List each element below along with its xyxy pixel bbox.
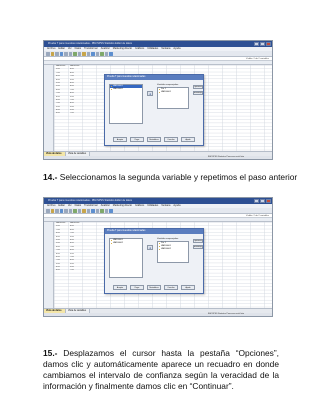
variables-icon[interactable] xyxy=(77,52,81,56)
value-labels-icon[interactable] xyxy=(109,52,113,56)
row-header-column xyxy=(44,65,54,151)
step-text: Seleccionamos la segunda variable y repe… xyxy=(57,172,298,182)
insert-case-icon[interactable] xyxy=(86,52,90,56)
dialog-button-row: Aceptar Pegar Restablecer Cancelar Ayuda xyxy=(113,137,195,142)
minimize-icon[interactable] xyxy=(254,199,259,203)
reset-button[interactable]: Restablecer xyxy=(147,285,161,290)
paired-variables-list[interactable]: Par 1 VAR00001 xyxy=(157,87,189,109)
list-item[interactable]: VAR00002 xyxy=(158,248,188,251)
step-15-caption: 15.- Desplazamos el cursor hasta la pest… xyxy=(43,348,279,392)
step-text: Desplazamos el cursor hasta la pestaña “… xyxy=(43,348,279,391)
ok-button[interactable]: Aceptar xyxy=(113,285,127,290)
save-icon[interactable] xyxy=(50,52,54,56)
reset-button[interactable]: Restablecer xyxy=(147,137,161,142)
options-button[interactable]: Opciones... xyxy=(193,239,203,243)
status-bar: IBM SPSS Statistics Processor está listo xyxy=(44,156,272,159)
step-14-caption: 14.- Seleccionamos la segunda variable y… xyxy=(43,172,297,183)
paired-t-test-dialog: Prueba T para muestras relacionadas VAR0… xyxy=(104,228,204,294)
insert-variable-icon[interactable] xyxy=(91,52,95,56)
split-file-icon[interactable] xyxy=(95,209,99,213)
bootstrap-button[interactable]: Bootstrap... xyxy=(193,91,203,95)
select-cases-icon[interactable] xyxy=(104,209,108,213)
dialog-titlebar: Prueba T para muestras relacionadas xyxy=(105,75,203,80)
row-header-column xyxy=(44,222,54,308)
save-icon[interactable] xyxy=(50,209,54,213)
dialog-title: Prueba T para muestras relacionadas xyxy=(107,76,146,78)
ok-button[interactable]: Aceptar xyxy=(113,137,127,142)
maximize-icon[interactable] xyxy=(260,199,265,203)
insert-variable-icon[interactable] xyxy=(91,209,95,213)
paired-variables-list[interactable]: Par 1 VAR00001 VAR00002 xyxy=(157,241,189,263)
column-var2: VAR00002 6.00 8.00 7.00 9.00 8.00 6.00 7… xyxy=(68,65,96,116)
dialog-recall-icon[interactable] xyxy=(59,209,63,213)
source-variable-list[interactable]: VAR00001 VAR00002 xyxy=(109,84,143,124)
weight-cases-icon[interactable] xyxy=(100,52,104,56)
list-item[interactable]: VAR00002 xyxy=(110,242,142,245)
find-icon[interactable] xyxy=(82,209,86,213)
paired-t-test-dialog: Prueba T para muestras relacionadas VAR0… xyxy=(104,74,204,146)
cancel-button[interactable]: Cancelar xyxy=(164,285,178,290)
dialog-button-row: Aceptar Pegar Restablecer Cancelar Ayuda xyxy=(113,285,195,290)
print-icon[interactable] xyxy=(55,209,59,213)
minimize-icon[interactable] xyxy=(254,42,259,46)
redo-icon[interactable] xyxy=(68,209,72,213)
redo-icon[interactable] xyxy=(68,52,72,56)
cancel-button[interactable]: Cancelar xyxy=(164,137,178,142)
bootstrap-button[interactable]: Bootstrap... xyxy=(193,245,203,249)
close-icon[interactable] xyxy=(266,42,271,46)
insert-case-icon[interactable] xyxy=(86,209,90,213)
paste-button[interactable]: Pegar xyxy=(130,137,144,142)
undo-icon[interactable] xyxy=(64,209,68,213)
spss-screenshot-2: Prueba T para muestras relacionadas - IB… xyxy=(43,197,273,317)
spss-screenshot-1: Prueba T para muestras relacionadas - IB… xyxy=(43,40,273,160)
step-number: 14.- xyxy=(43,172,58,182)
paired-variables-label: Variables emparejadas: xyxy=(157,237,179,240)
status-bar: IBM SPSS Statistics Processor está listo xyxy=(44,313,272,316)
print-icon[interactable] xyxy=(55,52,59,56)
column-var2: VAR00002 6.00 8.00 7.00 9.00 8.00 6.00 7… xyxy=(68,222,96,273)
step-number: 15.- xyxy=(43,348,58,358)
source-variable-list[interactable]: VAR00001 VAR00002 xyxy=(109,238,143,278)
goto-case-icon[interactable] xyxy=(73,52,77,56)
help-button[interactable]: Ayuda xyxy=(181,285,195,290)
dialog-titlebar: Prueba T para muestras relacionadas xyxy=(105,229,203,234)
maximize-icon[interactable] xyxy=(260,42,265,46)
move-right-arrow-icon[interactable]: ➔ xyxy=(147,91,153,96)
select-cases-icon[interactable] xyxy=(104,52,108,56)
move-right-arrow-icon[interactable]: ➔ xyxy=(147,245,153,250)
paste-button[interactable]: Pegar xyxy=(130,285,144,290)
value-labels-icon[interactable] xyxy=(109,209,113,213)
grid-cell[interactable]: 7.00 xyxy=(68,112,96,115)
weight-cases-icon[interactable] xyxy=(100,209,104,213)
paired-variables-label: Variables emparejadas: xyxy=(157,83,179,86)
variables-icon[interactable] xyxy=(77,209,81,213)
open-icon[interactable] xyxy=(46,209,50,213)
list-item[interactable]: VAR00001 xyxy=(158,91,188,94)
find-icon[interactable] xyxy=(82,52,86,56)
help-button[interactable]: Ayuda xyxy=(181,137,195,142)
dialog-recall-icon[interactable] xyxy=(59,52,63,56)
status-text: IBM SPSS Statistics Processor está listo xyxy=(207,313,244,315)
list-item[interactable]: VAR00002 xyxy=(110,88,142,91)
undo-icon[interactable] xyxy=(64,52,68,56)
dialog-title: Prueba T para muestras relacionadas xyxy=(107,230,146,232)
options-button[interactable]: Opciones... xyxy=(193,85,203,89)
status-text: IBM SPSS Statistics Processor está listo xyxy=(207,156,244,158)
open-icon[interactable] xyxy=(46,52,50,56)
split-file-icon[interactable] xyxy=(95,52,99,56)
grid-cell[interactable]: 7.00 xyxy=(68,269,96,272)
goto-case-icon[interactable] xyxy=(73,209,77,213)
close-icon[interactable] xyxy=(266,199,271,203)
